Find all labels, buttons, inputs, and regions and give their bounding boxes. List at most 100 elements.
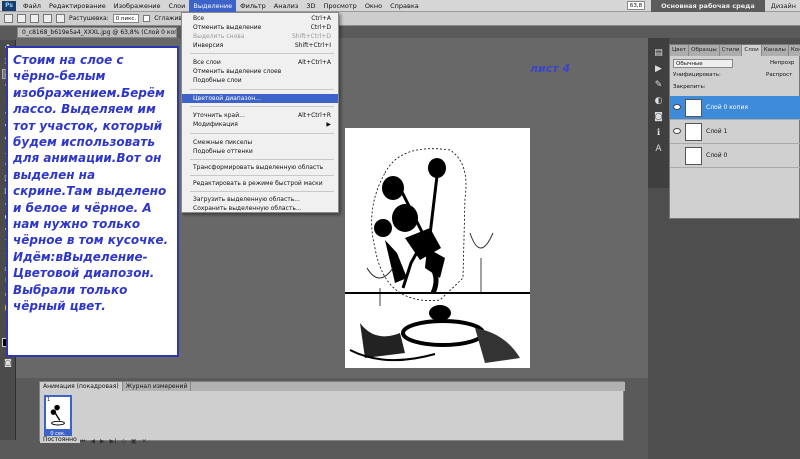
tutorial-text: Стоим на слое с чёрно-белым изображением…: [13, 53, 169, 314]
options-bar: Растушевка: 0 пикс. Сглажива: [0, 12, 800, 26]
menu-separator: [190, 133, 334, 134]
layer-thumbnail: [685, 123, 702, 141]
brush-panel-icon[interactable]: ✎: [652, 80, 665, 91]
menu-item-refine-edge[interactable]: Уточнить край... Alt+Ctrl+R: [182, 111, 338, 120]
new-selection-icon[interactable]: [17, 14, 26, 23]
tab-layers[interactable]: Слои: [742, 45, 762, 56]
menu-analysis[interactable]: Анализ: [270, 0, 303, 12]
menu-item-grow[interactable]: Смежные пикселы: [182, 138, 338, 147]
blend-row: Обычные Непрозр: [670, 59, 800, 68]
menu-item-inverse[interactable]: Инверсия Shift+Ctrl+I: [182, 41, 338, 50]
design-workspace[interactable]: Дизайн: [771, 2, 800, 10]
antialias-checkbox[interactable]: [143, 15, 151, 22]
blend-mode-select[interactable]: Обычные: [673, 59, 733, 68]
masks-panel-icon[interactable]: ◙: [652, 112, 665, 123]
menu-item-transform-selection[interactable]: Трансформировать выделенную область: [182, 163, 338, 172]
menu-separator: [190, 159, 334, 160]
sheet-label: лист 4: [530, 62, 571, 75]
tab-channels[interactable]: Каналы: [762, 45, 789, 56]
next-frame-icon[interactable]: ▶|: [110, 438, 117, 446]
loop-option[interactable]: Постоянно: [40, 436, 80, 443]
unify-label: Унифицировать:: [673, 72, 721, 78]
document-tab[interactable]: 0_c8168_b619e5a4_XXXL.jpg @ 63,8% (Слой …: [17, 27, 177, 38]
menu-help[interactable]: Справка: [386, 0, 423, 12]
prev-frame-icon[interactable]: ◀: [90, 438, 95, 446]
menu-separator: [190, 53, 334, 54]
layers-panel-tabs: Цвет Образцы Стили Слои Каналы Контуры: [670, 45, 800, 56]
menu-item-all-layers[interactable]: Все слои Alt+Ctrl+A: [182, 58, 338, 67]
spread-label: Распрост: [766, 72, 793, 78]
feather-label: Растушевка:: [69, 15, 109, 22]
menu-edit[interactable]: Редактирование: [45, 0, 110, 12]
layer-name: Слой 0 копия: [706, 104, 748, 111]
visibility-eye-icon[interactable]: [673, 128, 681, 134]
animation-frame[interactable]: 1: [44, 395, 72, 431]
tween-icon[interactable]: ◇: [121, 438, 126, 446]
tutorial-note: Стоим на слое с чёрно-белым изображением…: [6, 46, 179, 357]
menu-item-load-selection[interactable]: Загрузить выделенную область...: [182, 195, 338, 204]
feather-input[interactable]: 0 пикс.: [112, 14, 140, 23]
menu-item-similar[interactable]: Подобные оттенки: [182, 147, 338, 156]
lock-label: Закрепить:: [673, 84, 706, 90]
select-dropdown-menu: Все Ctrl+A Отменить выделение Ctrl+D Выдел…: [181, 12, 339, 213]
rose-image: [345, 128, 530, 368]
menu-separator: [190, 89, 334, 90]
actions-panel-icon[interactable]: ▶: [652, 64, 665, 75]
menu-item-deselect[interactable]: Отменить выделение Ctrl+D: [182, 23, 338, 32]
tab-measurement-log[interactable]: Журнал измерений: [123, 382, 192, 391]
document-canvas[interactable]: [345, 128, 530, 368]
menu-layers[interactable]: Слои: [164, 0, 189, 12]
info-panel-icon[interactable]: ℹ: [652, 128, 665, 139]
layer-row-1[interactable]: Слой 1: [670, 120, 800, 144]
adjustments-panel-icon[interactable]: ◐: [652, 96, 665, 107]
tab-color[interactable]: Цвет: [670, 45, 690, 56]
menu-view[interactable]: Просмотр: [319, 0, 360, 12]
menu-select[interactable]: Выделение: [189, 0, 237, 12]
layers-panel: Цвет Образцы Стили Слои Каналы Контуры О…: [669, 44, 800, 219]
menu-filter[interactable]: Фильтр: [236, 0, 270, 12]
tab-animation[interactable]: Анимация (покадровая): [40, 382, 123, 391]
menu-item-modify[interactable]: Модификация ▶: [182, 120, 338, 129]
menu-item-save-selection[interactable]: Сохранить выделенную область...: [182, 204, 338, 213]
intersect-selection-icon[interactable]: [56, 14, 65, 23]
menu-item-quick-mask[interactable]: Редактировать в режиме быстрой маски: [182, 179, 338, 188]
quick-mask-icon[interactable]: ◙: [2, 358, 14, 368]
menu-separator: [190, 106, 334, 107]
animation-tabs: Анимация (покадровая) Журнал измерений: [40, 382, 625, 391]
tab-styles[interactable]: Стили: [720, 45, 743, 56]
menu-3d[interactable]: 3D: [302, 0, 319, 12]
workspace-button[interactable]: Основная рабочая среда: [651, 0, 765, 12]
delete-frame-icon[interactable]: ✕: [142, 438, 147, 446]
unify-row: Унифицировать: Распрост: [670, 72, 800, 81]
tab-swatches[interactable]: Образцы: [689, 45, 720, 56]
menu-separator: [190, 191, 334, 192]
first-frame-icon[interactable]: ⏮: [80, 438, 85, 446]
zoom-field[interactable]: 63,8: [626, 1, 646, 10]
lasso-preset-icon[interactable]: [4, 14, 13, 23]
menu-window[interactable]: Окно: [361, 0, 386, 12]
visibility-eye-icon[interactable]: [673, 104, 681, 110]
tab-paths[interactable]: Контуры: [789, 45, 800, 56]
menu-item-all[interactable]: Все Ctrl+A: [182, 14, 338, 23]
menu-item-color-range[interactable]: Цветовой диапазон...: [182, 94, 338, 103]
subtract-selection-icon[interactable]: [43, 14, 52, 23]
lock-row: Закрепить:: [670, 84, 800, 93]
add-selection-icon[interactable]: [30, 14, 39, 23]
character-panel-icon[interactable]: A: [652, 144, 665, 155]
panel-icons-column: ▤ ▶ ✎ ◐ ◙ ℹ A: [648, 38, 669, 188]
opacity-label: Непрозр: [770, 60, 795, 66]
new-frame-icon[interactable]: ▣: [131, 438, 137, 446]
menu-file[interactable]: Файл: [19, 0, 45, 12]
menu-image[interactable]: Изображение: [110, 0, 165, 12]
frame-thumbnail: [50, 404, 65, 426]
history-panel-icon[interactable]: ▤: [652, 48, 665, 59]
menu-item-similar-layers[interactable]: Подобные слои: [182, 76, 338, 85]
layer-row-0[interactable]: Слой 0: [670, 144, 800, 168]
menu-item-reselect[interactable]: Выделить снова Shift+Ctrl+D: [182, 32, 338, 41]
menu-item-deselect-layers[interactable]: Отменить выделение слоев: [182, 67, 338, 76]
layer-row-copy[interactable]: Слой 0 копия: [670, 96, 800, 120]
menu-bar: Ps Файл Редактирование Изображение Слои …: [0, 0, 800, 12]
layer-name: Слой 1: [706, 128, 728, 135]
play-icon[interactable]: ▶: [100, 438, 105, 446]
layer-thumbnail: [685, 147, 702, 165]
